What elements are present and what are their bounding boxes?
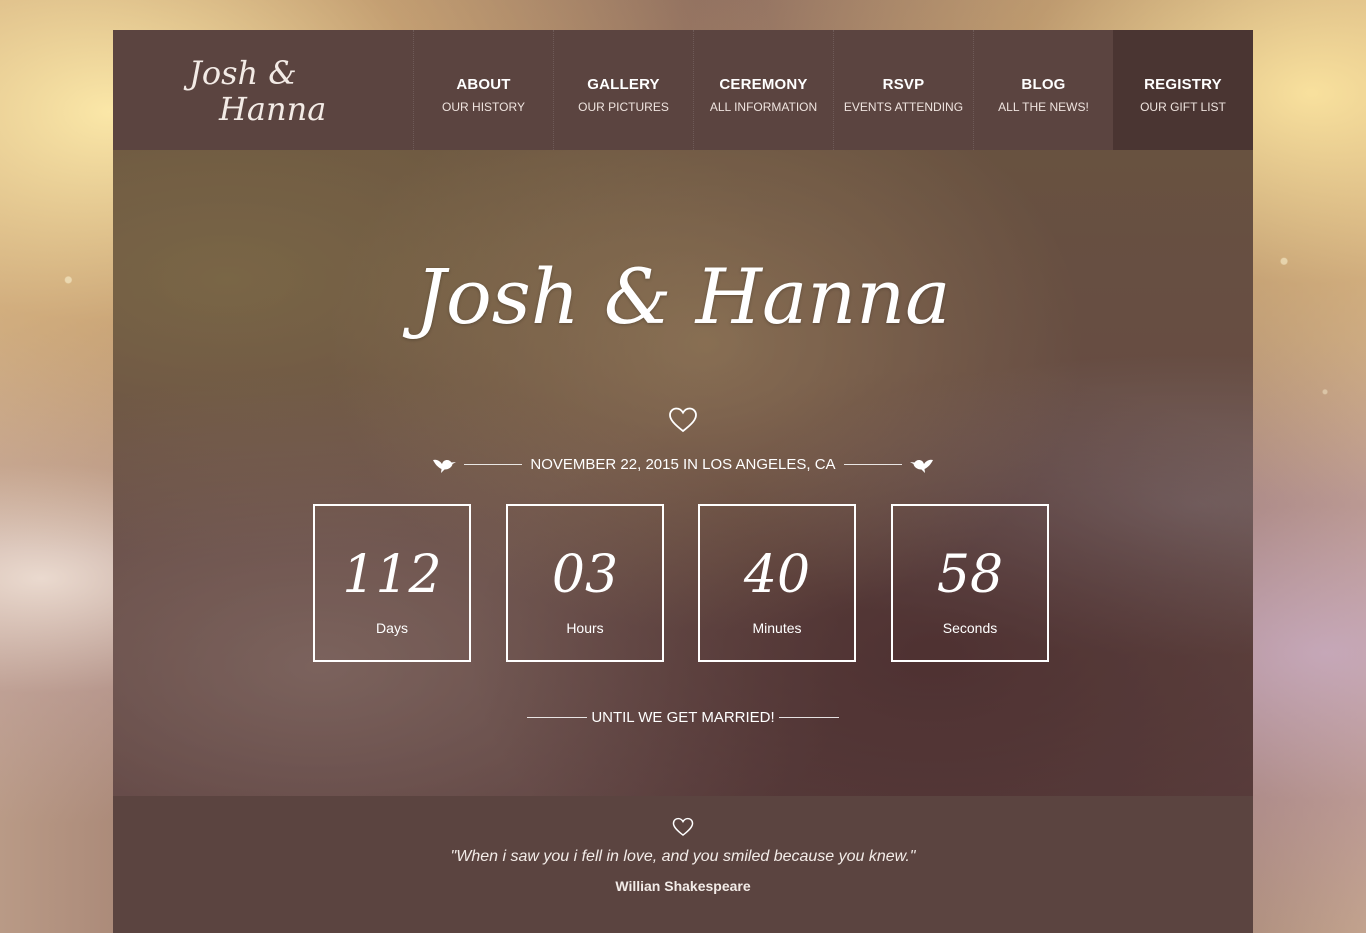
countdown-value: 112 [342, 545, 442, 605]
countdown-value: 40 [743, 545, 811, 605]
header: Josh & Hanna ABOUT OUR HISTORY GALLERY O… [113, 30, 1253, 150]
divider-line [778, 716, 839, 718]
nav-subtitle: EVENTS ATTENDING [843, 100, 964, 114]
nav-title: BLOG [1021, 76, 1066, 93]
main-nav: ABOUT OUR HISTORY GALLERY OUR PICTURES C… [413, 30, 1253, 150]
date-location-row: NOVEMBER 22, 2015 IN LOS ANGELES, CA [113, 452, 1253, 476]
divider-line [527, 716, 588, 718]
nav-subtitle: OUR GIFT LIST [1140, 100, 1226, 114]
nav-title: RSVP [882, 76, 925, 93]
nav-subtitle: OUR PICTURES [578, 100, 669, 114]
bird-icon [433, 459, 457, 473]
nav-subtitle: OUR HISTORY [442, 100, 525, 114]
countdown-days: 112 Days [313, 504, 471, 662]
logo-line-2: Hanna [219, 90, 327, 128]
nav-subtitle: ALL INFORMATION [709, 100, 818, 114]
countdown-value: 58 [936, 545, 1004, 605]
countdown-hours: 03 Hours [506, 504, 664, 662]
divider-line [843, 463, 902, 465]
heart-outline-icon [672, 817, 694, 836]
quote-section: "When i saw you i fell in love, and you … [113, 796, 1253, 933]
hero-content: Josh & Hanna NOVEMBER 22, 2015 IN LOS AN… [113, 150, 1253, 796]
countdown-value: 03 [551, 545, 619, 605]
nav-item-blog[interactable]: BLOG ALL THE NEWS! [973, 30, 1113, 150]
divider-line [464, 463, 523, 465]
date-location: NOVEMBER 22, 2015 IN LOS ANGELES, CA [530, 455, 836, 473]
quote-author: Willian Shakespeare [615, 878, 751, 894]
nav-item-about[interactable]: ABOUT OUR HISTORY [413, 30, 553, 150]
countdown-label: Hours [566, 620, 604, 636]
hero-section: Josh & Hanna NOVEMBER 22, 2015 IN LOS AN… [113, 150, 1253, 796]
countdown: 112 Days 03 Hours 40 Minutes 58 Seconds [313, 504, 1053, 668]
nav-item-gallery[interactable]: GALLERY OUR PICTURES [553, 30, 693, 150]
nav-title: GALLERY [587, 76, 660, 93]
nav-title: REGISTRY [1144, 76, 1222, 93]
until-row: UNTIL WE GET MARRIED! [113, 705, 1253, 729]
nav-item-rsvp[interactable]: RSVP EVENTS ATTENDING [833, 30, 973, 150]
nav-subtitle: ALL THE NEWS! [998, 100, 1089, 114]
countdown-minutes: 40 Minutes [698, 504, 856, 662]
site-container: Josh & Hanna ABOUT OUR HISTORY GALLERY O… [113, 30, 1253, 933]
nav-item-ceremony[interactable]: CEREMONY ALL INFORMATION [693, 30, 833, 150]
until-text: UNTIL WE GET MARRIED! [591, 708, 775, 726]
nav-title: ABOUT [456, 76, 511, 93]
countdown-label: Minutes [752, 620, 802, 636]
nav-title: CEREMONY [719, 76, 808, 93]
logo[interactable]: Josh & Hanna [183, 52, 353, 136]
countdown-seconds: 58 Seconds [891, 504, 1049, 662]
hero-title: Josh & Hanna [415, 252, 951, 341]
bird-icon [909, 459, 933, 473]
countdown-label: Seconds [942, 620, 998, 636]
heart-outline-icon [669, 407, 697, 433]
quote-text: "When i saw you i fell in love, and you … [450, 848, 916, 865]
logo-line-1: Josh & [189, 54, 297, 92]
countdown-label: Days [376, 620, 408, 636]
nav-item-registry[interactable]: REGISTRY OUR GIFT LIST [1113, 30, 1253, 150]
